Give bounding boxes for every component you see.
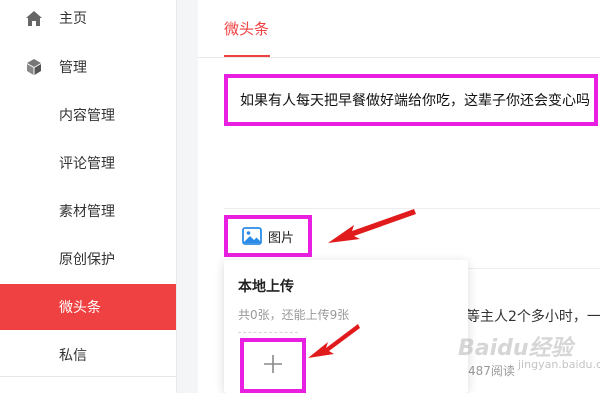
watermark-sub: jingyan.baidu.com [518, 358, 600, 371]
cube-icon [24, 57, 44, 77]
sidebar-item-label: 素材管理 [59, 204, 115, 220]
add-image-button[interactable] [240, 338, 306, 393]
insert-image-button[interactable]: 图片 [224, 215, 312, 257]
divider [468, 268, 600, 269]
sidebar-item-original-protection[interactable]: 原创保护 [0, 236, 176, 282]
image-icon [242, 227, 262, 245]
sidebar-item-label: 评论管理 [59, 156, 115, 172]
annotation-arrow-icon [308, 324, 360, 358]
sidebar-item-manage[interactable]: 管理 [0, 44, 176, 90]
image-button-label: 图片 [268, 230, 295, 246]
sidebar: 主页 管理 内容管理 评论管理 素材管理 原创保护 微头条 私信 [0, 0, 177, 393]
tab-active-indicator [224, 55, 270, 57]
sidebar-item-messages[interactable]: 私信 [0, 332, 176, 378]
sidebar-item-material-management[interactable]: 素材管理 [0, 188, 176, 234]
sidebar-item-label: 内容管理 [59, 108, 115, 124]
post-preview-text: 等主人2个多小时，一直 [466, 309, 600, 325]
divider [238, 332, 298, 333]
sidebar-item-comment-management[interactable]: 评论管理 [0, 140, 176, 186]
tab-micro-headline[interactable]: 微头条 [224, 18, 269, 39]
sidebar-item-label: 微头条 [59, 300, 101, 316]
sidebar-item-micro-headline[interactable]: 微头条 [0, 284, 176, 330]
tab-bar: 微头条 [198, 0, 600, 58]
annotation-arrow-icon [328, 209, 416, 243]
upload-title: 本地上传 [238, 279, 294, 295]
sidebar-item-label: 主页 [59, 11, 87, 27]
sidebar-item-home[interactable]: 主页 [0, 0, 176, 41]
post-text-editor[interactable]: 如果有人每天把早餐做好端给你吃，这辈子你还会变心吗 [224, 74, 598, 126]
sidebar-item-label: 原创保护 [59, 252, 115, 268]
watermark: Baidu经验 jingyan.baidu.com [458, 330, 600, 371]
sidebar-item-label: 管理 [59, 60, 87, 76]
home-icon [24, 8, 44, 28]
sidebar-item-label: 私信 [59, 348, 87, 364]
sidebar-item-content-management[interactable]: 内容管理 [0, 92, 176, 138]
divider [0, 376, 176, 377]
post-text: 如果有人每天把早餐做好端给你吃，这辈子你还会变心吗 [240, 93, 590, 109]
plus-icon [262, 353, 284, 379]
